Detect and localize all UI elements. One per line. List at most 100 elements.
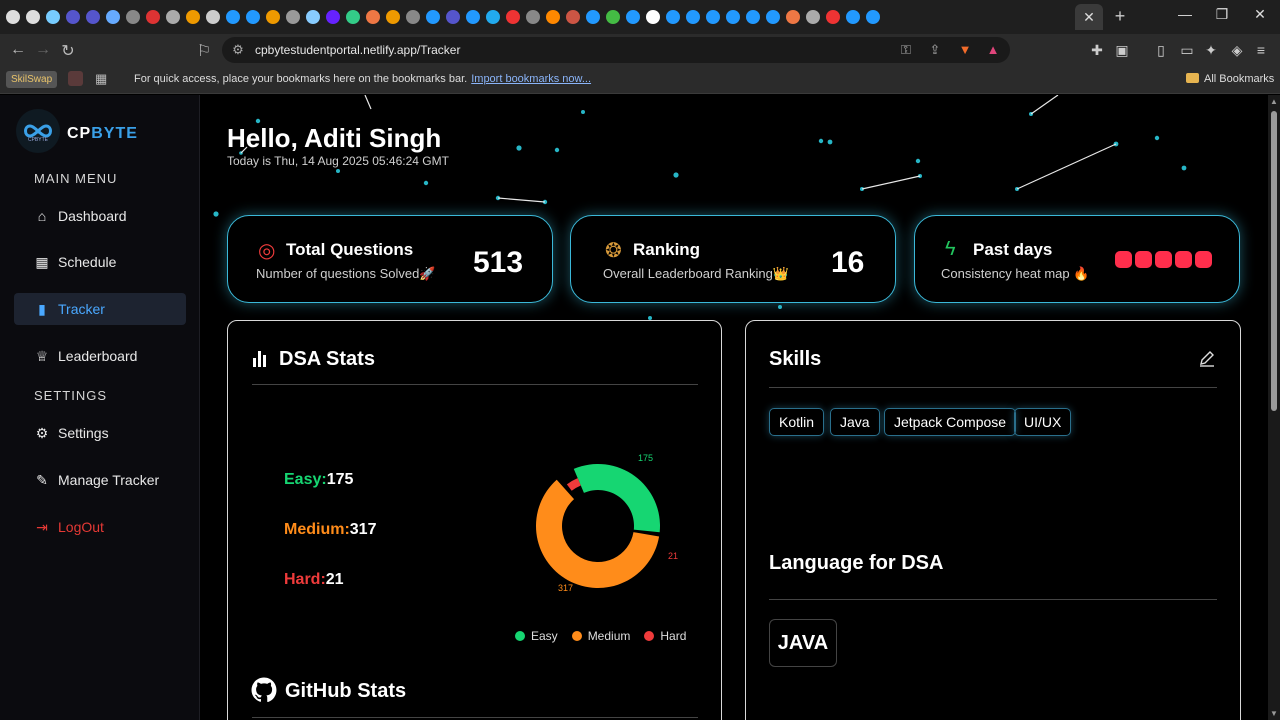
tab-favicon-icon[interactable] [226, 10, 240, 24]
tab-favicon-icon[interactable] [706, 10, 720, 24]
leo-ai-icon[interactable]: ✦ [1202, 42, 1220, 59]
tab-favicon-icon[interactable] [646, 10, 660, 24]
tab-favicon-icon[interactable] [186, 10, 200, 24]
tab-favicons [0, 10, 880, 24]
tab-favicon-icon[interactable] [746, 10, 760, 24]
tab-favicon-icon[interactable] [846, 10, 860, 24]
tab-favicon-icon[interactable] [426, 10, 440, 24]
brave-rewards-icon[interactable]: ▲ [985, 42, 1001, 57]
tab-favicon-icon[interactable] [506, 10, 520, 24]
tab-favicon-icon[interactable] [766, 10, 780, 24]
tab-favicon-icon[interactable] [366, 10, 380, 24]
restore-button[interactable]: ❐ [1207, 6, 1237, 23]
heat-day [1135, 251, 1152, 268]
tab-favicon-icon[interactable] [486, 10, 500, 24]
medal-icon: ❂ [605, 240, 622, 262]
ranking-value: 16 [831, 246, 865, 279]
easy-label: Easy: [284, 471, 327, 488]
tab-favicon-icon[interactable] [46, 10, 60, 24]
tab-favicon-icon[interactable] [286, 10, 300, 24]
sidebar-item-label: Tracker [58, 301, 105, 317]
reload-button[interactable]: ↻ [58, 41, 78, 61]
legend-item[interactable]: Hard [644, 629, 686, 643]
tab-favicon-icon[interactable] [266, 10, 280, 24]
menu-icon[interactable]: ≡ [1252, 42, 1270, 58]
window-close-button[interactable]: ✕ [1245, 6, 1275, 23]
tab-favicon-icon[interactable] [86, 10, 100, 24]
forward-button[interactable]: → [33, 41, 53, 59]
sidebar-item-settings[interactable]: ⚙ Settings [14, 417, 186, 449]
active-tab[interactable]: ✕ [1075, 4, 1103, 30]
heat-day [1115, 251, 1132, 268]
scroll-thumb[interactable] [1271, 111, 1277, 411]
tab-favicon-icon[interactable] [626, 10, 640, 24]
tab-favicon-icon[interactable] [806, 10, 820, 24]
legend-item[interactable]: Easy [515, 629, 558, 643]
edit-pencil-icon[interactable] [1198, 349, 1216, 367]
new-tab-button[interactable]: + [1110, 6, 1130, 27]
tab-favicon-icon[interactable] [826, 10, 840, 24]
sidebar-item-manage-tracker[interactable]: ✎ Manage Tracker [14, 464, 186, 496]
import-bookmarks-link[interactable]: Import bookmarks now... [471, 73, 591, 85]
tab-favicon-icon[interactable] [106, 10, 120, 24]
wallet-icon[interactable]: ▭ [1178, 42, 1196, 59]
tab-favicon-icon[interactable] [726, 10, 740, 24]
bookmark-favicon[interactable] [68, 71, 83, 86]
tab-favicon-icon[interactable] [666, 10, 680, 24]
tab-favicon-icon[interactable] [126, 10, 140, 24]
minimize-button[interactable]: — [1170, 6, 1200, 22]
legend-dot [515, 631, 525, 641]
cpbyte-logo[interactable]: CPBYTE [16, 109, 60, 153]
sidebar-item-tracker[interactable]: ▮ Tracker [14, 293, 186, 325]
tab-favicon-icon[interactable] [206, 10, 220, 24]
bookmark-icon[interactable]: ⚐ [194, 41, 214, 61]
site-info-icon[interactable]: ⚙ [230, 42, 246, 58]
tab-favicon-icon[interactable] [686, 10, 700, 24]
url-text[interactable]: cpbytestudentportal.netlify.app/Tracker [255, 43, 460, 57]
tab-favicon-icon[interactable] [526, 10, 540, 24]
back-button[interactable]: ← [8, 41, 28, 59]
tab-favicon-icon[interactable] [246, 10, 260, 24]
apps-grid-icon[interactable]: ▦ [95, 71, 107, 87]
skillswap-bookmark[interactable]: SkilSwap [6, 71, 58, 88]
tab-favicon-icon[interactable] [26, 10, 40, 24]
tab-favicon-icon[interactable] [466, 10, 480, 24]
all-bookmarks-button[interactable]: All Bookmarks [1186, 73, 1274, 85]
tab-favicon-icon[interactable] [446, 10, 460, 24]
scroll-up-arrow-icon[interactable]: ▲ [1270, 97, 1278, 106]
tab-favicon-icon[interactable] [606, 10, 620, 24]
donut-slice-easy[interactable] [573, 464, 660, 533]
tab-favicon-icon[interactable] [6, 10, 20, 24]
tab-favicon-icon[interactable] [786, 10, 800, 24]
tab-favicon-icon[interactable] [346, 10, 360, 24]
tab-favicon-icon[interactable] [66, 10, 80, 24]
tab-favicon-icon[interactable] [166, 10, 180, 24]
close-tab-icon[interactable]: ✕ [1083, 9, 1095, 26]
sidebar-item-dashboard[interactable]: ⌂ Dashboard [14, 200, 186, 232]
page-scrollbar[interactable]: ▲ ▼ [1268, 95, 1280, 720]
tab-favicon-icon[interactable] [546, 10, 560, 24]
tab-favicon-icon[interactable] [306, 10, 320, 24]
tab-favicon-icon[interactable] [586, 10, 600, 24]
sidebar-toggle-icon[interactable]: ▯ [1152, 42, 1170, 59]
tab-favicon-icon[interactable] [146, 10, 160, 24]
tab-favicon-icon[interactable] [386, 10, 400, 24]
reader-icon[interactable]: ▣ [1113, 42, 1131, 59]
scroll-down-arrow-icon[interactable]: ▼ [1270, 709, 1278, 718]
gear-icon: ⚙ [35, 424, 49, 441]
share-icon[interactable]: ⇪ [927, 42, 943, 58]
tab-favicon-icon[interactable] [406, 10, 420, 24]
password-key-icon[interactable]: ⚿ [898, 42, 914, 58]
sidebar-item-label: Manage Tracker [58, 472, 160, 488]
tab-favicon-icon[interactable] [326, 10, 340, 24]
sidebar-item-schedule[interactable]: ▦ Schedule [14, 246, 186, 278]
sidebar-item-leaderboard[interactable]: ♕ Leaderboard [14, 340, 186, 372]
brave-shield-icon[interactable]: ▼ [957, 42, 973, 57]
legend-item[interactable]: Medium [571, 629, 630, 643]
sidebar-item-logout[interactable]: ⇥ LogOut [14, 511, 186, 543]
vpn-icon[interactable]: ◈ [1228, 42, 1246, 59]
address-bar[interactable]: ⚙ cpbytestudentportal.netlify.app/Tracke… [222, 37, 1010, 63]
tab-favicon-icon[interactable] [866, 10, 880, 24]
extensions-icon[interactable]: ✚ [1088, 42, 1106, 59]
tab-favicon-icon[interactable] [566, 10, 580, 24]
